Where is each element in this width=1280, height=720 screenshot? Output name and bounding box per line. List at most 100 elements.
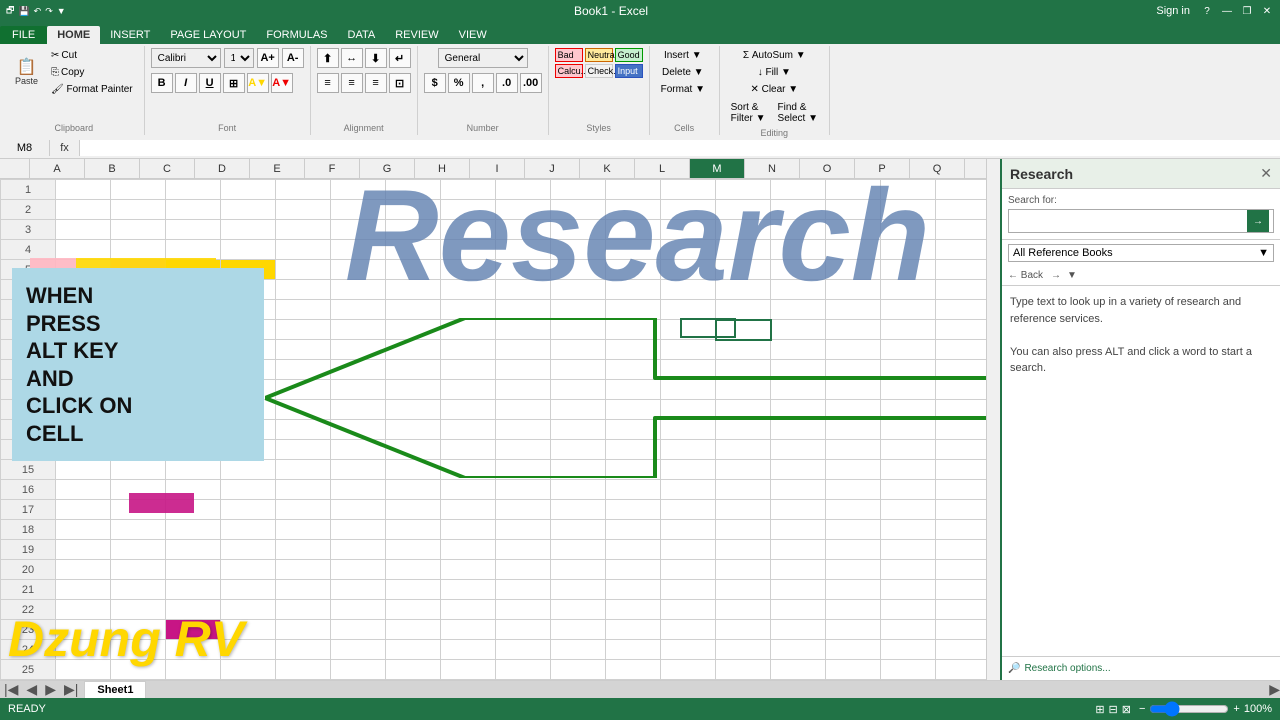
cell-G23[interactable] [386,620,441,640]
bold-button[interactable]: B [151,73,173,93]
cell-I25[interactable] [496,660,551,680]
cell-N18[interactable] [771,520,826,540]
cell-C4[interactable] [166,240,221,260]
sort-filter-button[interactable]: Sort &Filter ▼ [726,100,771,126]
cell-G17[interactable] [386,500,441,520]
cell-A4[interactable] [56,240,111,260]
cell-K18[interactable] [606,520,661,540]
cell-F21[interactable] [331,580,386,600]
good-style[interactable]: Good [615,48,643,62]
cell-G21[interactable] [386,580,441,600]
cell-L19[interactable] [661,540,716,560]
tab-formulas[interactable]: FORMULAS [256,26,337,44]
currency-button[interactable]: $ [424,73,446,93]
cell-L18[interactable] [661,520,716,540]
cell-P17[interactable] [881,500,936,520]
cell-I18[interactable] [496,520,551,540]
cell-H24[interactable] [441,640,496,660]
cell-H22[interactable] [441,600,496,620]
cell-D18[interactable] [221,520,276,540]
cell-P16[interactable] [881,480,936,500]
cell-N23[interactable] [771,620,826,640]
cell-E24[interactable] [276,640,331,660]
scroll-right-button[interactable]: ▶ [1269,681,1280,698]
sheet-next-button[interactable]: ▶ [45,681,56,698]
cell-Q22[interactable] [936,600,991,620]
cell-D19[interactable] [221,540,276,560]
cell-G20[interactable] [386,560,441,580]
cell-P24[interactable] [881,640,936,660]
page-layout-button[interactable]: ⊟ [1109,703,1118,716]
research-dropdown[interactable]: All Reference Books ▼ [1008,244,1274,262]
col-K[interactable]: K [580,159,635,178]
cell-E7[interactable] [276,300,331,320]
cell-E17[interactable] [276,500,331,520]
top-align-button[interactable]: ⬆ [317,48,339,68]
cell-I22[interactable] [496,600,551,620]
cell-A17[interactable] [56,500,111,520]
align-left-button[interactable]: ≡ [317,73,339,93]
check-style[interactable]: Check... [585,64,613,78]
cell-B18[interactable] [111,520,166,540]
cell-G18[interactable] [386,520,441,540]
cell-A20[interactable] [56,560,111,580]
cell-G19[interactable] [386,540,441,560]
research-footer[interactable]: 🔎 Research options... [1002,656,1280,680]
cell-E16[interactable] [276,480,331,500]
cell-J24[interactable] [551,640,606,660]
cell-E18[interactable] [276,520,331,540]
col-E[interactable]: E [250,159,305,178]
cell-K22[interactable] [606,600,661,620]
sheet-first-button[interactable]: |◀ [4,681,18,698]
maximize-button[interactable]: ❐ [1238,4,1256,18]
cell-M24[interactable] [716,640,771,660]
cell-F16[interactable] [331,480,386,500]
neutral-style[interactable]: Neutral [585,48,613,62]
cell-K19[interactable] [606,540,661,560]
sheet-prev-button[interactable]: ◀ [26,681,37,698]
cell-H19[interactable] [441,540,496,560]
cell-Q23[interactable] [936,620,991,640]
paste-button[interactable]: 📋 Paste [10,57,43,89]
tab-view[interactable]: VIEW [449,26,497,44]
find-select-button[interactable]: Find &Select ▼ [773,100,823,126]
tab-data[interactable]: DATA [338,26,386,44]
window-controls[interactable]: ? — ❐ ✕ [1198,4,1276,18]
number-format-select[interactable]: General [438,48,528,68]
decrease-font-button[interactable]: A- [282,48,304,68]
cell-Q21[interactable] [936,580,991,600]
fill-button[interactable]: ↓ Fill ▼ [753,65,796,80]
cell-D21[interactable] [221,580,276,600]
cell-N16[interactable] [771,480,826,500]
col-L[interactable]: L [635,159,690,178]
cell-A21[interactable] [56,580,111,600]
tab-home[interactable]: HOME [47,26,100,44]
cell-E23[interactable] [276,620,331,640]
cell-P23[interactable] [881,620,936,640]
minimize-button[interactable]: — [1218,4,1236,18]
cell-G22[interactable] [386,600,441,620]
calculate-style[interactable]: Calcu... [555,64,583,78]
cell-D3[interactable] [221,220,276,240]
cell-Q20[interactable] [936,560,991,580]
cell-Q24[interactable] [936,640,991,660]
cell-Q25[interactable] [936,660,991,680]
col-G[interactable]: G [360,159,415,178]
cell-A18[interactable] [56,520,111,540]
cell-P25[interactable] [881,660,936,680]
zoom-slider[interactable] [1149,701,1229,717]
cell-G24[interactable] [386,640,441,660]
wrap-text-button[interactable]: ↵ [389,48,411,68]
cell-F25[interactable] [331,660,386,680]
cell-J17[interactable] [551,500,606,520]
cell-J18[interactable] [551,520,606,540]
formula-input[interactable] [80,140,1280,156]
cell-O19[interactable] [826,540,881,560]
cell-C21[interactable] [166,580,221,600]
decrease-decimal-button[interactable]: .00 [520,73,542,93]
cell-L22[interactable] [661,600,716,620]
comma-button[interactable]: , [472,73,494,93]
cell-I16[interactable] [496,480,551,500]
increase-decimal-button[interactable]: .0 [496,73,518,93]
cell-O23[interactable] [826,620,881,640]
